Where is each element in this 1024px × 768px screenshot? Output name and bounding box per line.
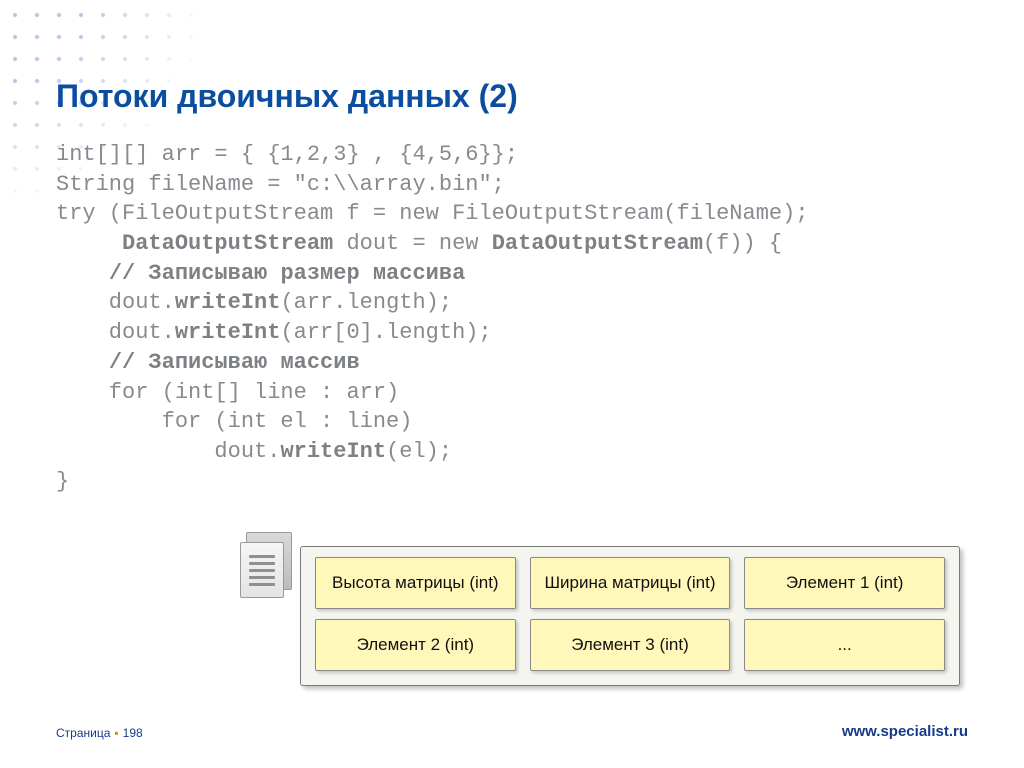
code-line: for (int el : line) [56,409,412,434]
code-line: dout.writeInt(arr[0].length); [56,320,492,345]
slide: Потоки двоичных данных (2) int[][] arr =… [0,0,1024,768]
code-line: } [56,469,69,494]
code-block: int[][] arr = { {1,2,3} , {4,5,6}}; Stri… [56,140,809,496]
footer-url: www.specialist.ru [842,723,968,740]
code-line: String fileName = "c:\\array.bin"; [56,172,505,197]
bullet-icon: ▪ [114,726,118,740]
layout-cell: Элемент 3 (int) [530,619,731,671]
code-line: for (int[] line : arr) [56,380,399,405]
page-label: Страница [56,726,110,740]
code-line: dout.writeInt(arr.length); [56,290,452,315]
code-line: // Записываю массив [56,350,360,375]
code-line: // Записываю размер массива [56,261,465,286]
layout-cell: Ширина матрицы (int) [530,557,731,609]
layout-cell: Высота матрицы (int) [315,557,516,609]
code-line: dout.writeInt(el); [56,439,452,464]
layout-cell: Элемент 1 (int) [744,557,945,609]
byte-layout-container: Высота матрицы (int) Ширина матрицы (int… [300,546,960,686]
layout-cell: ... [744,619,945,671]
layout-cell: Элемент 2 (int) [315,619,516,671]
page-number: 198 [123,726,143,740]
code-line: try (FileOutputStream f = new FileOutput… [56,201,809,226]
file-icon [240,532,296,602]
code-line: int[][] arr = { {1,2,3} , {4,5,6}}; [56,142,518,167]
slide-title: Потоки двоичных данных (2) [56,78,518,115]
file-layout-diagram: Высота матрицы (int) Ширина матрицы (int… [300,546,960,686]
footer-page: Страница ▪ 198 [56,726,143,740]
code-line: DataOutputStream dout = new DataOutputSt… [56,231,782,256]
